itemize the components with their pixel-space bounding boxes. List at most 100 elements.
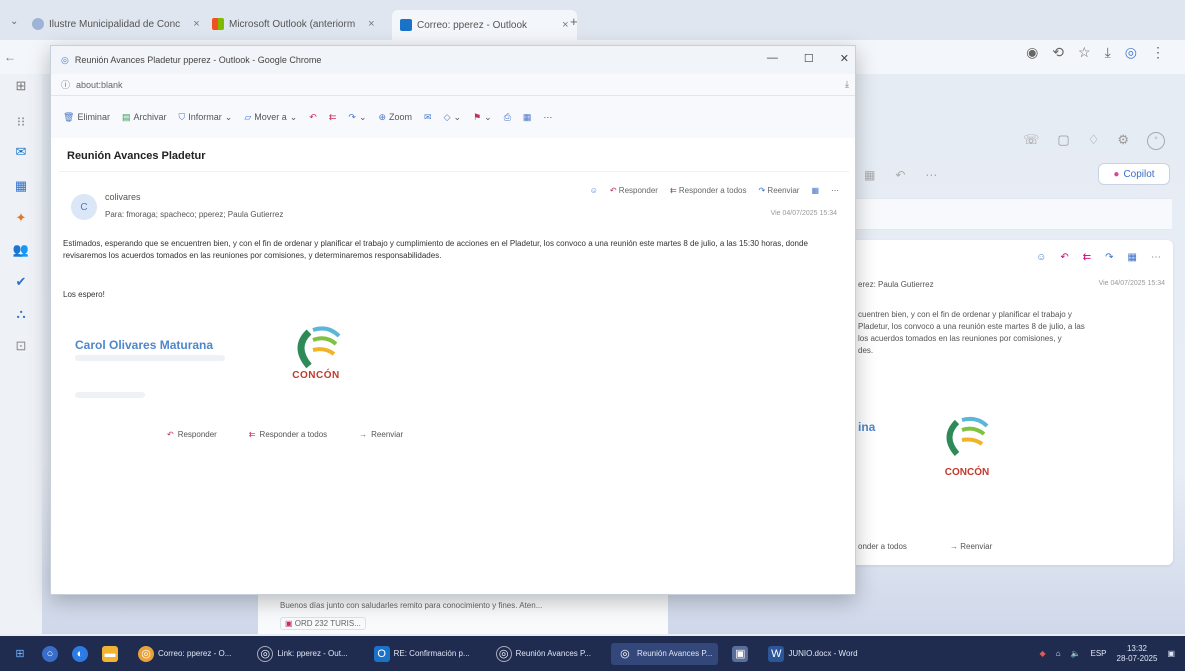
forward-action[interactable]: ↷ Reenviar — [758, 186, 799, 195]
reply-button[interactable]: ↶ — [309, 112, 317, 123]
emoji-icon[interactable]: ☺ — [1036, 252, 1046, 263]
taskbar-app[interactable]: ◎ Reunión Avances P... — [490, 643, 597, 665]
file-explorer-icon[interactable]: ▬ — [102, 645, 118, 662]
edge-icon[interactable]: ◐ — [72, 645, 88, 662]
background-reply-all[interactable]: onder a todos — [858, 542, 907, 551]
reply-all-icon[interactable]: ⇇ — [1083, 252, 1091, 263]
star-icon[interactable]: ☆ — [1078, 44, 1091, 61]
apps-grid-icon[interactable]: ⊞ — [0, 78, 42, 94]
apps-button[interactable]: ▦ — [523, 112, 532, 123]
print-button[interactable]: ⎙ — [504, 112, 511, 123]
tab-microsoft-outlook[interactable]: Microsoft Outlook (anteriorm × — [212, 12, 375, 36]
close-icon[interactable]: × — [193, 18, 199, 30]
taskbar-app[interactable]: ◎ Link: pperez - Out... — [251, 643, 353, 665]
tab-outlook-correo[interactable]: Correo: pperez - Outlook × — [392, 10, 577, 40]
grid-icon[interactable]: ▦ — [1128, 252, 1137, 263]
reply-all-button[interactable]: ⇇ — [329, 112, 337, 123]
signature-faded-line — [75, 355, 225, 361]
more-icon[interactable]: ⋯ — [831, 186, 839, 195]
menu-icon[interactable]: ⋮ — [1151, 44, 1165, 61]
settings-icon[interactable]: ⚙ — [1117, 132, 1129, 150]
tab-list-chevron-icon[interactable]: ⌄ — [10, 16, 18, 27]
flag-button[interactable]: ⚑ ⌄ — [473, 112, 492, 123]
taskbar-app[interactable]: O RE: Confirmación p... — [368, 643, 476, 665]
view-icon[interactable]: ◉ — [1026, 44, 1038, 61]
org-icon[interactable]: ⛬ — [0, 306, 42, 322]
delete-button[interactable]: 🗑 Eliminar — [63, 112, 110, 123]
grid-icon[interactable]: ▦ — [811, 186, 819, 195]
tab-municipalidad[interactable]: Ilustre Municipalidad de Conc × — [32, 12, 200, 36]
grid-icon[interactable]: ▦ — [864, 168, 875, 182]
attachment-chip[interactable]: ▣ ORD 232 TURIS... — [280, 617, 366, 630]
clock[interactable]: 13:32 28-07-2025 — [1117, 644, 1158, 664]
launcher-icon[interactable]: ⁝⁝ — [0, 114, 42, 130]
more-apps-icon[interactable]: ⊡ — [0, 338, 42, 354]
close-icon[interactable]: × — [562, 19, 568, 31]
avatar[interactable]: C — [71, 194, 97, 220]
taskbar-app[interactable]: ◎ Correo: pperez - O... — [132, 643, 237, 665]
tag-button[interactable]: ◇ ⌄ — [444, 112, 461, 123]
mail-icon[interactable]: ✉ — [0, 144, 42, 160]
more-icon[interactable]: ⋯ — [1151, 252, 1161, 263]
windows-start-icon[interactable]: ⊞ — [12, 646, 28, 662]
copilot-button[interactable]: ● Copilot — [1098, 163, 1170, 185]
message-actions: ☺ ↶ Responder ⇇ Responder a todos ↷ Reen… — [590, 186, 839, 195]
language-indicator[interactable]: ESP — [1091, 649, 1107, 658]
taskbar-app[interactable]: W JUNIO.docx - Word — [762, 643, 863, 665]
app-icon[interactable]: ▣ — [732, 645, 749, 662]
sender-name[interactable]: colivares — [105, 192, 141, 202]
zoom-button[interactable]: ⊕ Zoom — [378, 112, 412, 123]
undo-icon[interactable]: ↶ — [895, 168, 905, 182]
print-icon: ⎙ — [503, 111, 511, 122]
back-arrow-icon[interactable]: ← — [4, 50, 16, 64]
copilot-rail-icon[interactable]: ✦ — [0, 210, 42, 226]
info-icon[interactable]: ⓘ — [61, 78, 70, 91]
concon-logo: CONCÓN — [281, 322, 351, 402]
download-icon[interactable]: ⤓ — [1105, 44, 1111, 61]
close-icon[interactable]: × — [368, 18, 374, 30]
translate-icon[interactable]: ⟲ — [1052, 44, 1064, 61]
minimize-button[interactable]: — — [767, 52, 778, 65]
recipients-line[interactable]: Para: fmoraga; spacheco; pperez; Paula G… — [105, 210, 283, 219]
background-forward[interactable]: → Reenviar — [950, 542, 992, 551]
notes-icon[interactable]: ▢ — [1057, 132, 1069, 150]
tag-icon: ◇ — [443, 111, 451, 122]
more-button[interactable]: ⋯ — [543, 112, 552, 123]
reply-action[interactable]: ↶ Responder — [610, 186, 658, 195]
download-icon[interactable]: ⤓ — [845, 79, 849, 90]
background-message-list-item[interactable]: Buenos días junto con saludarles remito … — [258, 594, 668, 634]
emoji-icon[interactable]: ☺ — [590, 186, 598, 195]
bottom-reply-all-button[interactable]: ⇇ Responder a todos — [249, 430, 327, 439]
taskbar: ⊞ ○ ◐ ▬ ◎ Correo: pperez - O... ◎ Link: pp… — [0, 636, 1185, 671]
popup-titlebar: ◎ Reunión Avances Pladetur pperez - Outl… — [51, 46, 855, 74]
notification-icon[interactable]: ▣ — [1167, 649, 1175, 658]
maximize-button[interactable]: ☐ — [804, 52, 814, 65]
antivirus-icon[interactable]: ◆ — [1040, 649, 1046, 658]
reply-icon[interactable]: ↶ — [1060, 252, 1068, 263]
move-to-button[interactable]: ▱ Mover a ⌄ — [244, 112, 297, 123]
forward-icon: ↷ — [348, 111, 356, 122]
bottom-forward-button[interactable]: → Reenviar — [359, 430, 403, 439]
avatar[interactable]: ◦ — [1147, 132, 1165, 150]
close-button[interactable]: ✕ — [840, 52, 849, 65]
archive-button[interactable]: ▤ Archivar — [122, 112, 167, 123]
search-icon[interactable]: ○ — [42, 645, 58, 662]
reply-all-action[interactable]: ⇇ Responder a todos — [670, 186, 747, 195]
read-unread-button[interactable]: ✉ — [424, 112, 432, 123]
chevron-down-icon: ⌄ — [289, 111, 298, 122]
calendar-icon[interactable]: ▦ — [0, 178, 42, 194]
bottom-reply-button[interactable]: ↶ Responder — [167, 430, 217, 439]
forward-icon[interactable]: ↷ — [1105, 252, 1113, 263]
bell-icon[interactable]: ♢ — [1088, 132, 1100, 150]
profile-icon[interactable]: ◎ — [1125, 44, 1137, 61]
forward-button[interactable]: ↷ ⌄ — [348, 112, 366, 123]
new-tab-button[interactable]: + — [570, 14, 578, 29]
taskbar-app[interactable]: ◎ Reunión Avances P... — [610, 642, 719, 665]
todo-icon[interactable]: ✔ — [0, 274, 42, 290]
volume-icon[interactable]: 🔈 — [1071, 649, 1081, 658]
people-icon[interactable]: 👥 — [0, 242, 42, 258]
more-icon[interactable]: ⋯ — [925, 168, 937, 182]
report-button[interactable]: ⛉ Informar ⌄ — [178, 112, 232, 123]
network-icon[interactable]: ⌂ — [1056, 649, 1061, 658]
phone-icon[interactable]: ☏ — [1023, 132, 1039, 150]
